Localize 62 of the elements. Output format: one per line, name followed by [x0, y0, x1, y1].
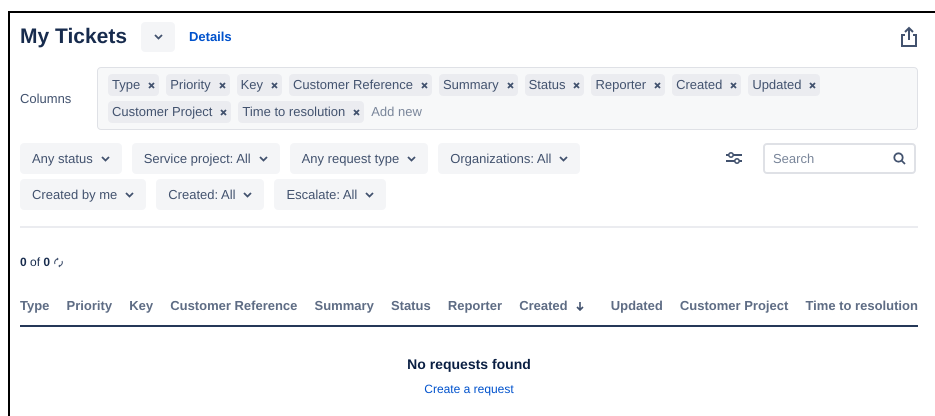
column-header[interactable]: Customer Project [680, 296, 788, 316]
column-tag[interactable]: Type [108, 74, 160, 96]
page-title: My Tickets [20, 24, 127, 50]
column-tag[interactable]: Priority [166, 74, 230, 96]
empty-state-message: No requests found [407, 354, 531, 374]
search-field[interactable]: Search [763, 143, 916, 174]
remove-icon[interactable] [809, 82, 816, 88]
column-header[interactable]: Updated [610, 296, 663, 316]
chevron-down-icon [125, 192, 134, 198]
search-icon[interactable] [893, 152, 906, 165]
chevron-down-icon [154, 34, 162, 40]
column-tag[interactable]: Updated [748, 74, 820, 96]
remove-icon[interactable] [654, 82, 662, 88]
refresh-icon[interactable] [53, 256, 64, 268]
sliders-icon[interactable] [725, 151, 743, 165]
chevron-down-icon [258, 156, 268, 162]
result-count: 0 of 0 [20, 254, 50, 271]
remove-icon[interactable] [148, 82, 156, 88]
chevron-down-icon [243, 192, 252, 198]
column-tag[interactable]: Key [236, 74, 282, 96]
filter-dropdown[interactable]: Any status [20, 143, 122, 174]
column-header[interactable]: Summary [314, 296, 374, 316]
chevron-down-icon [407, 156, 416, 162]
filter-dropdown[interactable]: Created by me [20, 179, 146, 210]
column-header[interactable]: Reporter [448, 296, 502, 316]
chevron-down-icon [559, 156, 568, 162]
remove-icon[interactable] [506, 82, 514, 88]
details-link[interactable]: Details [189, 27, 232, 47]
column-header[interactable]: Time to resolution [805, 296, 918, 316]
columns-label: Columns [20, 90, 72, 108]
create-request-link[interactable]: Create a request [424, 380, 514, 398]
column-header[interactable]: Status [390, 296, 431, 316]
column-header[interactable]: Priority [66, 296, 112, 316]
columns-field[interactable]: Type Priority Key Customer Reference Summary Status Reporter Created Updated Customer Project Time to resolution Add new [97, 67, 918, 130]
chevron-down-icon [365, 192, 374, 198]
column-header[interactable]: Customer Reference [170, 296, 298, 316]
sort-down-icon [576, 300, 584, 311]
remove-icon[interactable] [220, 108, 228, 116]
column-header[interactable]: Type [20, 296, 50, 316]
remove-icon[interactable] [573, 82, 580, 88]
chevron-down-icon [100, 156, 110, 162]
share-icon[interactable] [900, 26, 918, 48]
remove-icon[interactable] [353, 108, 360, 116]
column-tag[interactable]: Customer Project [108, 101, 232, 123]
column-header[interactable]: Key [129, 296, 154, 316]
filter-dropdown[interactable]: Any request type [290, 143, 428, 174]
column-tag[interactable]: Summary [439, 74, 518, 96]
column-header[interactable]: Created [519, 296, 594, 316]
filter-dropdown[interactable]: Created: All [156, 179, 264, 210]
remove-icon[interactable] [271, 82, 278, 88]
column-tag[interactable]: Reporter [591, 74, 666, 96]
remove-icon[interactable] [421, 82, 428, 88]
filter-dropdown[interactable]: Organizations: All [438, 143, 580, 174]
column-tag[interactable]: Status [524, 74, 584, 96]
filter-dropdown[interactable]: Service project: All [132, 143, 280, 174]
remove-icon[interactable] [218, 82, 226, 88]
remove-icon[interactable] [730, 82, 738, 88]
column-tag[interactable]: Created [672, 74, 742, 96]
column-tag[interactable]: Customer Reference [289, 74, 432, 96]
filter-dropdown[interactable]: Escalate: All [274, 179, 386, 210]
add-column-input[interactable]: Add new [371, 102, 452, 122]
column-tag[interactable]: Time to resolution [238, 101, 364, 123]
